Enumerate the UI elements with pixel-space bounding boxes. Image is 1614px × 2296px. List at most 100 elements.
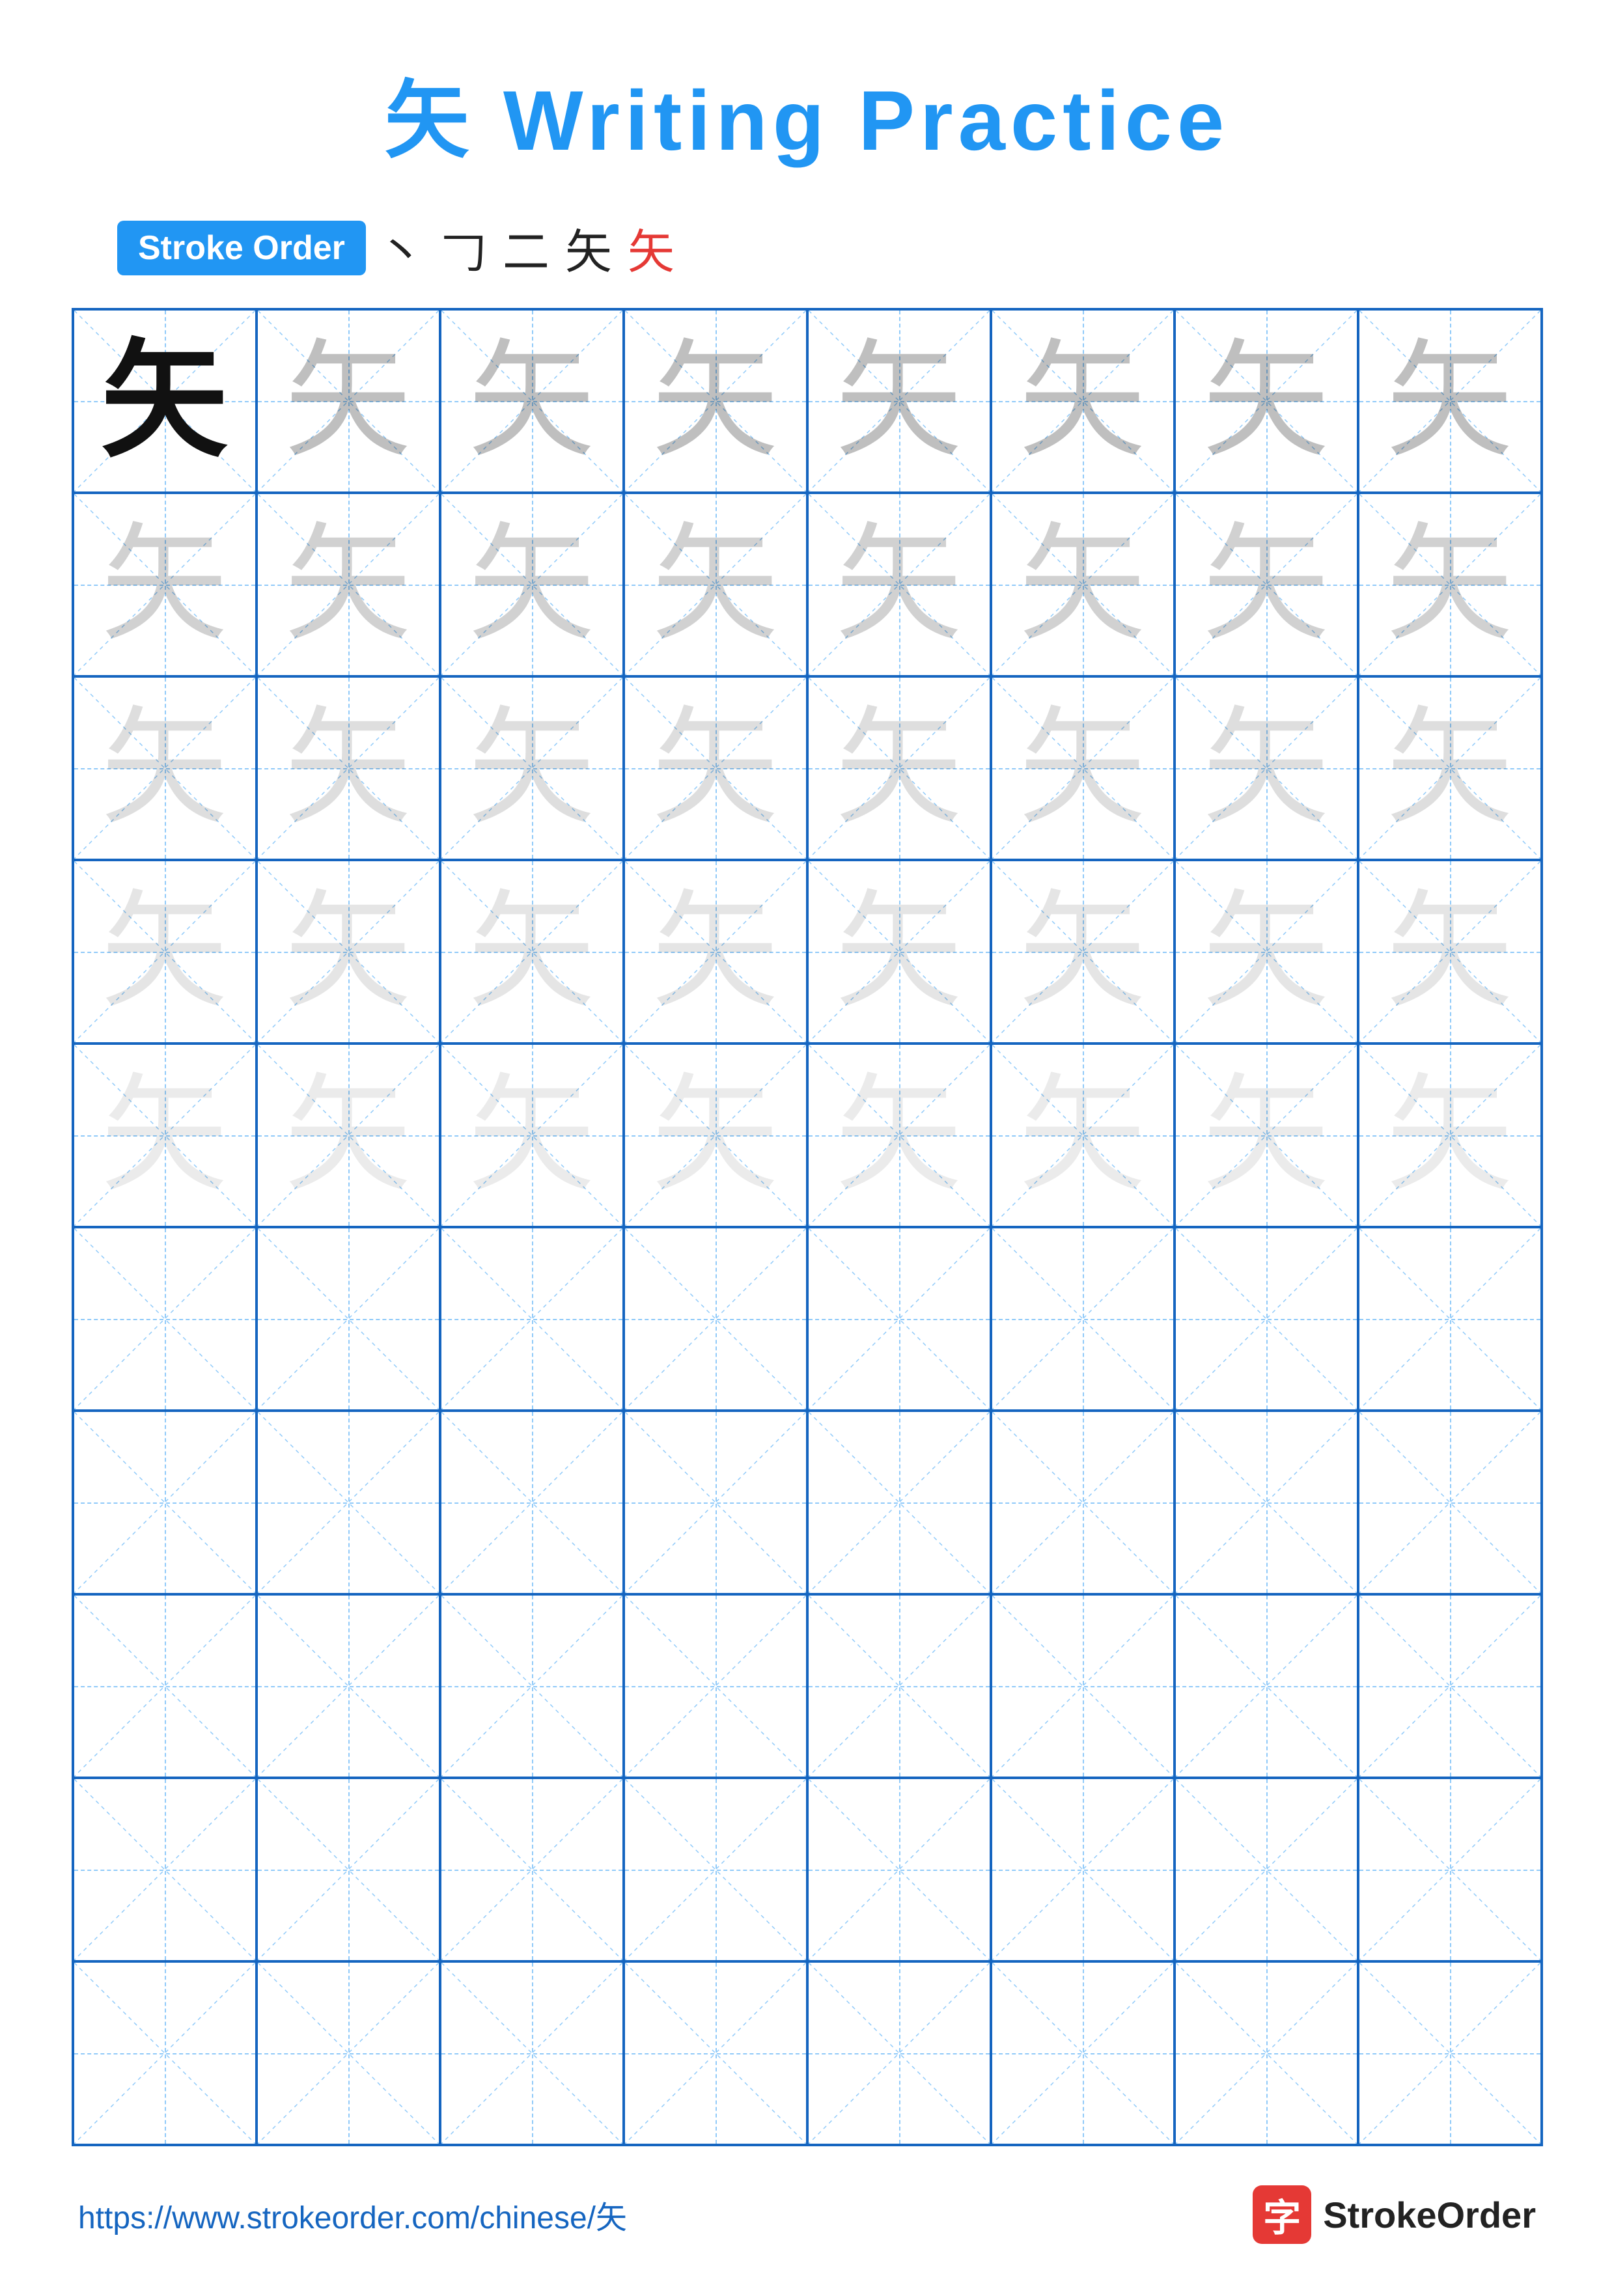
grid-row-1: 矢 矢 矢 矢 矢 矢 矢 (73, 309, 1542, 493)
grid-row-4: 矢 矢 矢 矢 矢 矢 矢 (73, 860, 1542, 1044)
grid-cell[interactable]: 矢 (1175, 309, 1358, 493)
grid-cell[interactable] (624, 1961, 807, 2145)
grid-cell[interactable] (807, 1778, 991, 1961)
grid-row-3: 矢 矢 矢 矢 矢 矢 矢 (73, 676, 1542, 860)
grid-cell[interactable]: 矢 (624, 1044, 807, 1227)
grid-cell[interactable]: 矢 (1175, 676, 1358, 860)
logo-icon: 字 (1253, 2185, 1311, 2244)
grid-cell[interactable]: 矢 (440, 493, 624, 676)
grid-cell[interactable]: 矢 (624, 309, 807, 493)
grid-cell[interactable]: 矢 (807, 309, 991, 493)
grid-cell[interactable]: 矢 (1358, 676, 1542, 860)
grid-cell[interactable] (807, 1594, 991, 1778)
stroke-steps: 丶 𠃌 二 矢 矢 (378, 214, 675, 282)
grid-cell[interactable] (991, 1227, 1175, 1411)
grid-cell[interactable] (1175, 1594, 1358, 1778)
grid-cell[interactable]: 矢 (257, 1044, 440, 1227)
grid-cell[interactable]: 矢 (1358, 493, 1542, 676)
practice-grid[interactable]: 矢 矢 矢 矢 矢 矢 矢 (72, 308, 1543, 2146)
grid-cell[interactable] (807, 1227, 991, 1411)
grid-cell[interactable]: 矢 (624, 493, 807, 676)
grid-cell[interactable] (1358, 1411, 1542, 1594)
grid-cell[interactable]: 矢 (1358, 309, 1542, 493)
grid-cell[interactable]: 矢 (807, 676, 991, 860)
grid-cell[interactable] (1175, 1778, 1358, 1961)
grid-cell[interactable] (257, 1227, 440, 1411)
grid-cell[interactable]: 矢 (440, 860, 624, 1044)
grid-cell[interactable] (624, 1778, 807, 1961)
practice-char: 矢 (835, 1072, 962, 1199)
footer-url[interactable]: https://www.strokeorder.com/chinese/矢 (78, 2192, 627, 2237)
practice-char: 矢 (101, 705, 228, 832)
title-kanji: 矢 (385, 73, 475, 168)
grid-cell[interactable]: 矢 (73, 309, 257, 493)
grid-cell[interactable]: 矢 (991, 309, 1175, 493)
grid-cell[interactable] (991, 1778, 1175, 1961)
practice-char: 矢 (101, 1072, 228, 1199)
grid-cell[interactable]: 矢 (1175, 860, 1358, 1044)
grid-cell[interactable] (991, 1961, 1175, 2145)
grid-cell[interactable] (257, 1961, 440, 2145)
grid-cell[interactable]: 矢 (440, 309, 624, 493)
grid-cell[interactable]: 矢 (440, 676, 624, 860)
practice-char: 矢 (835, 705, 962, 832)
grid-cell[interactable] (1175, 1411, 1358, 1594)
grid-cell[interactable] (1358, 1227, 1542, 1411)
grid-cell[interactable]: 矢 (440, 1044, 624, 1227)
grid-cell[interactable] (257, 1411, 440, 1594)
grid-cell[interactable]: 矢 (991, 676, 1175, 860)
grid-cell[interactable]: 矢 (257, 676, 440, 860)
grid-cell[interactable]: 矢 (991, 1044, 1175, 1227)
grid-cell[interactable]: 矢 (1175, 1044, 1358, 1227)
grid-cell[interactable] (73, 1778, 257, 1961)
grid-cell[interactable] (440, 1227, 624, 1411)
grid-cell[interactable] (624, 1411, 807, 1594)
grid-cell[interactable] (991, 1594, 1175, 1778)
grid-cell[interactable] (991, 1411, 1175, 1594)
practice-char: 矢 (468, 338, 595, 465)
grid-cell[interactable] (440, 1961, 624, 2145)
grid-cell[interactable]: 矢 (807, 860, 991, 1044)
stroke-step-1: 丶 (378, 214, 424, 282)
grid-cell[interactable] (1175, 1227, 1358, 1411)
grid-cell[interactable] (73, 1411, 257, 1594)
grid-cell[interactable] (624, 1594, 807, 1778)
grid-cell[interactable] (73, 1594, 257, 1778)
grid-cell[interactable] (73, 1227, 257, 1411)
grid-cell[interactable] (440, 1594, 624, 1778)
grid-cell[interactable]: 矢 (991, 860, 1175, 1044)
grid-cell[interactable]: 矢 (73, 860, 257, 1044)
grid-cell[interactable]: 矢 (991, 493, 1175, 676)
grid-cell[interactable]: 矢 (624, 676, 807, 860)
grid-cell[interactable]: 矢 (73, 493, 257, 676)
grid-cell[interactable]: 矢 (73, 676, 257, 860)
grid-row-2: 矢 矢 矢 矢 矢 矢 矢 (73, 493, 1542, 676)
stroke-order-row: Stroke Order 丶 𠃌 二 矢 矢 (117, 214, 675, 282)
grid-cell[interactable] (1358, 1961, 1542, 2145)
grid-cell[interactable]: 矢 (73, 1044, 257, 1227)
grid-cell[interactable] (257, 1594, 440, 1778)
practice-char: 矢 (101, 338, 228, 465)
grid-cell[interactable]: 矢 (807, 493, 991, 676)
grid-cell[interactable] (73, 1961, 257, 2145)
grid-cell[interactable]: 矢 (1358, 1044, 1542, 1227)
grid-cell[interactable]: 矢 (257, 309, 440, 493)
grid-cell[interactable] (440, 1778, 624, 1961)
grid-cell[interactable] (1358, 1778, 1542, 1961)
grid-cell[interactable] (257, 1778, 440, 1961)
logo-name: StrokeOrder (1323, 2194, 1536, 2236)
grid-cell[interactable]: 矢 (624, 860, 807, 1044)
grid-cell[interactable] (807, 1411, 991, 1594)
grid-cell[interactable]: 矢 (807, 1044, 991, 1227)
grid-cell[interactable] (807, 1961, 991, 2145)
practice-char: 矢 (285, 338, 411, 465)
grid-cell[interactable]: 矢 (1358, 860, 1542, 1044)
grid-cell[interactable]: 矢 (1175, 493, 1358, 676)
grid-cell[interactable] (1175, 1961, 1358, 2145)
grid-cell[interactable]: 矢 (257, 860, 440, 1044)
grid-cell[interactable] (440, 1411, 624, 1594)
grid-cell[interactable] (1358, 1594, 1542, 1778)
grid-cell[interactable] (624, 1227, 807, 1411)
grid-cell[interactable]: 矢 (257, 493, 440, 676)
practice-char: 矢 (1203, 338, 1329, 465)
